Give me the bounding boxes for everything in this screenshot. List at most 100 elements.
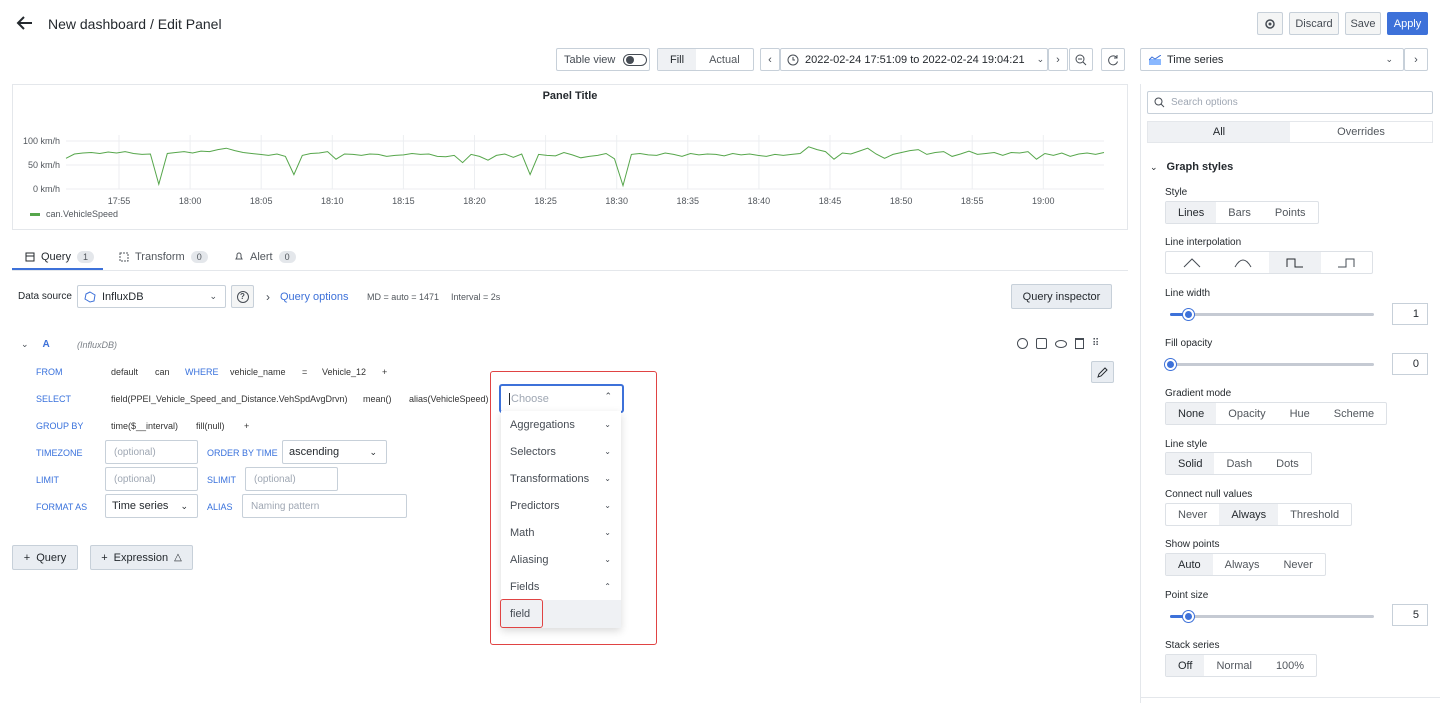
query-inspector-button[interactable]: Query inspector <box>1011 284 1112 309</box>
select-alias[interactable]: alias(VehicleSpeed) <box>409 394 491 404</box>
line-style-solid[interactable]: Solid <box>1166 453 1215 474</box>
from-policy[interactable]: default <box>111 367 138 377</box>
timezone-input[interactable]: (optional) <box>105 440 198 464</box>
where-operator[interactable]: = <box>302 367 307 377</box>
choose-select[interactable]: Choose ⌃ <box>500 385 623 412</box>
groupby-add-button[interactable]: + <box>244 421 249 431</box>
tab-query[interactable]: Query 1 <box>25 251 94 263</box>
line-style-radio[interactable]: Solid Dash Dots <box>1165 452 1312 475</box>
style-lines[interactable]: Lines <box>1166 202 1217 223</box>
interp-linear-icon[interactable] <box>1166 252 1218 273</box>
query-options-toggle[interactable]: › Query options <box>266 290 348 304</box>
from-measurement[interactable]: can <box>155 367 170 377</box>
style-radio[interactable]: Lines Bars Points <box>1165 201 1319 224</box>
fill-actual-switch[interactable]: Fill Actual <box>657 48 754 71</box>
save-button[interactable]: Save <box>1345 12 1381 35</box>
duplicate-icon[interactable] <box>1036 338 1047 349</box>
fill-option[interactable]: Fill <box>658 49 697 70</box>
search-options-input[interactable]: Search options <box>1147 91 1433 114</box>
stack-off[interactable]: Off <box>1166 655 1205 676</box>
dropdown-item-aggregations[interactable]: Aggregations ⌄ <box>501 411 621 438</box>
toggle-switch[interactable] <box>623 53 648 66</box>
where-value[interactable]: Vehicle_12 <box>322 367 366 377</box>
add-query-button[interactable]: + Query <box>12 545 78 570</box>
point-size-slider[interactable] <box>1170 611 1374 622</box>
groupby-time[interactable]: time($__interval) <box>111 421 178 431</box>
style-points[interactable]: Points <box>1263 202 1318 223</box>
show-points-radio[interactable]: Auto Always Never <box>1165 553 1326 576</box>
connect-radio[interactable]: Never Always Threshold <box>1165 503 1353 526</box>
help-icon[interactable] <box>1017 338 1028 349</box>
style-bars[interactable]: Bars <box>1216 202 1263 223</box>
time-forward-button[interactable]: › <box>1048 48 1068 71</box>
apply-button[interactable]: Apply <box>1387 12 1428 35</box>
trash-icon[interactable] <box>1075 338 1084 349</box>
actual-option[interactable]: Actual <box>696 49 753 70</box>
eye-icon[interactable] <box>1055 340 1067 348</box>
refresh-button[interactable] <box>1101 48 1125 71</box>
time-back-button[interactable]: ‹ <box>760 48 780 71</box>
add-expression-button[interactable]: + Expression △ <box>90 545 193 570</box>
interp-smooth-icon[interactable] <box>1218 252 1270 273</box>
table-view-toggle[interactable]: Table view <box>556 48 650 71</box>
fill-opacity-input[interactable]: 0 <box>1392 353 1428 375</box>
select-mean[interactable]: mean() <box>363 394 392 404</box>
dropdown-item-predictors[interactable]: Predictors ⌄ <box>501 492 621 519</box>
dropdown-item-fields[interactable]: Fields ⌃ <box>501 573 621 600</box>
back-arrow-icon[interactable] <box>16 14 34 32</box>
settings-button[interactable] <box>1257 12 1283 35</box>
gradient-scheme[interactable]: Scheme <box>1322 403 1386 424</box>
show-points-never[interactable]: Never <box>1271 554 1324 575</box>
dropdown-item-math[interactable]: Math ⌄ <box>501 519 621 546</box>
dropdown-item-transformations[interactable]: Transformations ⌄ <box>501 465 621 492</box>
edit-raw-button[interactable] <box>1091 361 1114 383</box>
tab-transform[interactable]: Transform 0 <box>119 251 208 263</box>
dropdown-item-selectors[interactable]: Selectors ⌄ <box>501 438 621 465</box>
gradient-opacity[interactable]: Opacity <box>1216 403 1277 424</box>
gradient-none[interactable]: None <box>1166 403 1217 424</box>
graph-styles-header[interactable]: ⌄ Graph styles <box>1150 161 1233 173</box>
stack-normal[interactable]: Normal <box>1204 655 1263 676</box>
interp-step-after-icon[interactable] <box>1321 252 1373 273</box>
where-add-button[interactable]: + <box>382 367 387 377</box>
where-key[interactable]: vehicle_name <box>230 367 286 377</box>
tab-overrides[interactable]: Overrides <box>1290 122 1432 142</box>
tab-alert[interactable]: Alert 0 <box>234 251 296 263</box>
show-points-auto[interactable]: Auto <box>1166 554 1213 575</box>
stack-100[interactable]: 100% <box>1264 655 1316 676</box>
drag-handle-icon[interactable]: ⠿ <box>1092 338 1099 349</box>
line-width-slider[interactable] <box>1170 309 1374 320</box>
interp-step-before-icon[interactable] <box>1269 252 1321 273</box>
datasource-help-button[interactable]: ? <box>231 285 254 308</box>
connect-always[interactable]: Always <box>1219 504 1279 525</box>
stack-radio[interactable]: Off Normal 100% <box>1165 654 1318 677</box>
legend[interactable]: can.VehicleSpeed <box>30 209 118 219</box>
point-size-input[interactable]: 5 <box>1392 604 1428 626</box>
time-range-picker[interactable]: 2022-02-24 17:51:09 to 2022-02-24 19:04:… <box>780 48 1048 71</box>
dropdown-item-aliasing[interactable]: Aliasing ⌄ <box>501 546 621 573</box>
connect-never[interactable]: Never <box>1166 504 1219 525</box>
tab-all[interactable]: All <box>1148 122 1290 142</box>
slimit-input[interactable]: (optional) <box>245 467 338 491</box>
alias-input[interactable]: Naming pattern <box>242 494 407 518</box>
visualization-picker[interactable]: Time series ⌄ <box>1140 48 1404 71</box>
limit-input[interactable]: (optional) <box>105 467 198 491</box>
orderby-select[interactable]: ascending ⌄ <box>282 440 387 464</box>
line-width-input[interactable]: 1 <box>1392 303 1428 325</box>
fill-opacity-slider[interactable] <box>1165 359 1374 370</box>
options-toggle-button[interactable]: › <box>1404 48 1428 71</box>
gradient-radio[interactable]: None Opacity Hue Scheme <box>1165 402 1388 425</box>
discard-button[interactable]: Discard <box>1289 12 1339 35</box>
line-style-dash[interactable]: Dash <box>1214 453 1264 474</box>
show-points-always[interactable]: Always <box>1213 554 1272 575</box>
groupby-fill[interactable]: fill(null) <box>196 421 225 431</box>
connect-threshold[interactable]: Threshold <box>1278 504 1351 525</box>
formatas-select[interactable]: Time series ⌄ <box>105 494 198 518</box>
query-row-header[interactable]: ⌄ A <box>21 339 50 350</box>
interp-radio[interactable] <box>1165 251 1373 274</box>
zoom-out-button[interactable] <box>1069 48 1093 71</box>
gradient-hue[interactable]: Hue <box>1278 403 1322 424</box>
datasource-select[interactable]: InfluxDB ⌄ <box>77 285 226 308</box>
line-style-dots[interactable]: Dots <box>1264 453 1311 474</box>
select-field[interactable]: field(PPEI_Vehicle_Speed_and_Distance.Ve… <box>111 394 348 404</box>
